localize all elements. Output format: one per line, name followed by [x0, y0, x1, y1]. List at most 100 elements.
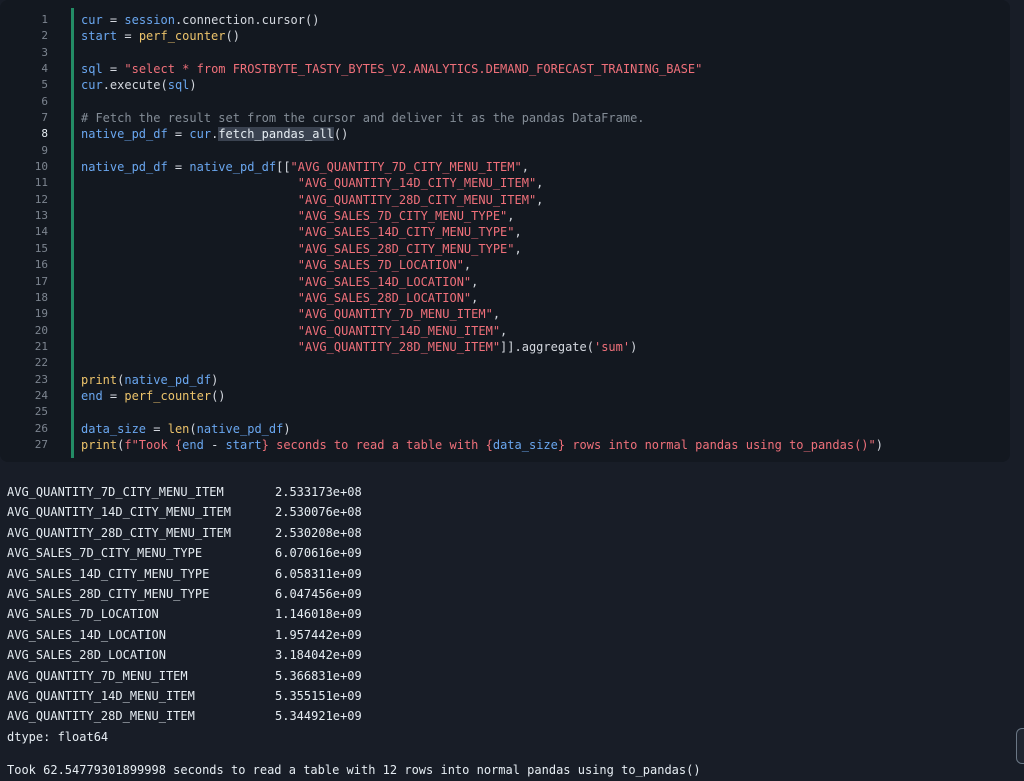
code-token: native_pd_df	[81, 160, 168, 175]
output-row-value: 6.047456e+09	[275, 586, 362, 601]
code-line[interactable]: "AVG_QUANTITY_28D_CITY_MENU_ITEM",	[81, 192, 883, 208]
code-token: =	[102, 62, 125, 77]
code-line[interactable]	[81, 45, 883, 61]
code-token: =	[146, 421, 168, 436]
code-line[interactable]: start = perf_counter()	[81, 28, 883, 44]
code-line[interactable]: "AVG_SALES_14D_LOCATION",	[81, 274, 883, 290]
code-line[interactable]: cur = session.connection.cursor()	[81, 12, 883, 28]
code-token: )	[283, 421, 291, 436]
line-number: 12	[34, 192, 48, 206]
code-token: ()	[333, 127, 349, 142]
output-row: AVG_SALES_7D_CITY_MENU_TYPE 6.070616e+09	[7, 543, 1007, 563]
output-row-value: 1.146018e+09	[275, 607, 362, 622]
code-token: [[	[276, 160, 291, 175]
output-row-value: 2.533173e+08	[275, 485, 362, 499]
output-row: AVG_QUANTITY_28D_MENU_ITEM 5.344921e+09	[7, 706, 1007, 726]
code-token: "AVG_SALES_28D_LOCATION"	[297, 290, 472, 305]
output-row-name: AVG_QUANTITY_7D_CITY_MENU_ITEM	[7, 485, 224, 499]
code-token: end	[81, 388, 103, 403]
code-line[interactable]: "AVG_QUANTITY_28D_MENU_ITEM"]].aggregate…	[81, 339, 883, 355]
code-line[interactable]: "AVG_QUANTITY_14D_CITY_MENU_ITEM",	[81, 175, 883, 191]
code-token: )	[630, 339, 638, 354]
code-line[interactable]: print(native_pd_df)	[81, 372, 883, 388]
cell-selection-bar	[71, 8, 74, 458]
code-token: =	[102, 13, 125, 27]
code-token: )	[875, 437, 883, 452]
code-token: "AVG_QUANTITY_7D_CITY_MENU_ITEM"	[290, 160, 522, 175]
code-token: "AVG_QUANTITY_14D_CITY_MENU_ITEM"	[297, 176, 537, 191]
code-token: ()	[211, 388, 226, 403]
code-token: -	[203, 437, 226, 452]
code-token: sql	[167, 78, 190, 93]
output-row-value: 3.184042e+09	[275, 648, 362, 663]
code-token: perf_counter	[138, 29, 226, 44]
code-token: len	[167, 421, 190, 436]
output-row-name: AVG_QUANTITY_14D_CITY_MENU_ITEM	[7, 505, 231, 520]
line-number: 11	[34, 176, 48, 190]
code-line[interactable]: data_size = len(native_pd_df)	[81, 421, 883, 437]
code-line[interactable]: "AVG_SALES_28D_LOCATION",	[81, 290, 883, 306]
code-line[interactable]: # Fetch the result set from the cursor a…	[81, 110, 883, 126]
line-number: 22	[34, 356, 48, 370]
code-line[interactable]	[81, 143, 883, 159]
code-token: fetch_pandas_all	[218, 127, 334, 142]
code-line[interactable]: "AVG_SALES_28D_CITY_MENU_TYPE",	[81, 241, 883, 257]
code-token: "AVG_QUANTITY_7D_MENU_ITEM"	[297, 307, 493, 322]
code-line[interactable]: "AVG_QUANTITY_14D_MENU_ITEM",	[81, 323, 883, 339]
line-number: 13	[34, 209, 48, 223]
code-line[interactable]: native_pd_df = native_pd_df[["AVG_QUANTI…	[81, 159, 883, 175]
code-line[interactable]	[81, 94, 883, 110]
output-row-name: AVG_QUANTITY_7D_MENU_ITEM	[7, 668, 188, 683]
output-row-value: 1.957442e+09	[275, 627, 362, 642]
code-line[interactable]	[81, 355, 883, 371]
code-token: "AVG_QUANTITY_28D_CITY_MENU_ITEM"	[297, 192, 537, 207]
code-token: # Fetch the result set from the cursor a…	[81, 111, 645, 126]
code-token: ,	[471, 274, 479, 289]
code-line[interactable]: "AVG_SALES_7D_CITY_MENU_TYPE",	[81, 208, 883, 224]
code-token: )	[211, 372, 219, 387]
code-token: .execute(	[102, 78, 168, 93]
code-editor[interactable]: cur = session.connection.cursor() start =…	[81, 12, 883, 453]
code-token: } seconds to read a table with {	[261, 437, 493, 452]
output-row: AVG_QUANTITY_7D_MENU_ITEM 5.366831e+09	[7, 666, 1007, 686]
code-token: sql	[81, 62, 103, 77]
code-line[interactable]: cur.execute(sql)	[81, 77, 883, 93]
line-number: 24	[34, 388, 48, 402]
code-line[interactable]: sql = "select * from FROSTBYTE_TASTY_BYT…	[81, 61, 883, 77]
code-token: .connection.cursor()	[174, 13, 320, 27]
code-cell[interactable]: 1 2 3 4 5 6 7 8 9 10 11 12 13 14 15 16 17 18 19 20 21 22 23 24 2…	[0, 0, 1010, 462]
code-line[interactable]: native_pd_df = cur.fetch_pandas_all()	[81, 126, 883, 142]
line-number: 14	[34, 225, 48, 239]
output-row-value: 5.344921e+09	[275, 709, 362, 724]
code-token: start	[81, 29, 118, 44]
scroll-handle[interactable]	[1016, 728, 1024, 764]
code-line[interactable]: "AVG_QUANTITY_7D_MENU_ITEM",	[81, 306, 883, 322]
line-number: 9	[41, 143, 48, 157]
code-token: ,	[536, 192, 544, 207]
code-line[interactable]: "AVG_SALES_14D_CITY_MENU_TYPE",	[81, 224, 883, 240]
line-number: 17	[34, 274, 48, 288]
code-token: )	[189, 78, 197, 93]
line-number: 21	[34, 339, 48, 353]
code-token: print	[81, 437, 118, 452]
code-line[interactable]: "AVG_SALES_7D_LOCATION",	[81, 257, 883, 273]
code-token: "AVG_SALES_28D_CITY_MENU_TYPE"	[297, 241, 515, 256]
code-token: cur	[189, 127, 212, 142]
code-token: ,	[521, 160, 529, 175]
line-number: 8	[41, 127, 48, 141]
code-line[interactable]	[81, 404, 883, 420]
code-token: start	[225, 437, 262, 452]
code-token: ,	[507, 209, 515, 224]
code-token: 'sum'	[593, 339, 631, 354]
output-row: AVG_QUANTITY_28D_CITY_MENU_ITEM 2.530208e…	[7, 523, 1007, 543]
code-line[interactable]: print(f"Took {end - start} seconds to re…	[81, 437, 883, 453]
code-line[interactable]: end = perf_counter()	[81, 388, 883, 404]
timing-message: Took 62.54779301899998 seconds to read a…	[7, 763, 701, 777]
output-row-name: AVG_SALES_14D_LOCATION	[7, 627, 166, 642]
output-row: AVG_SALES_7D_LOCATION 1.146018e+09	[7, 604, 1007, 624]
